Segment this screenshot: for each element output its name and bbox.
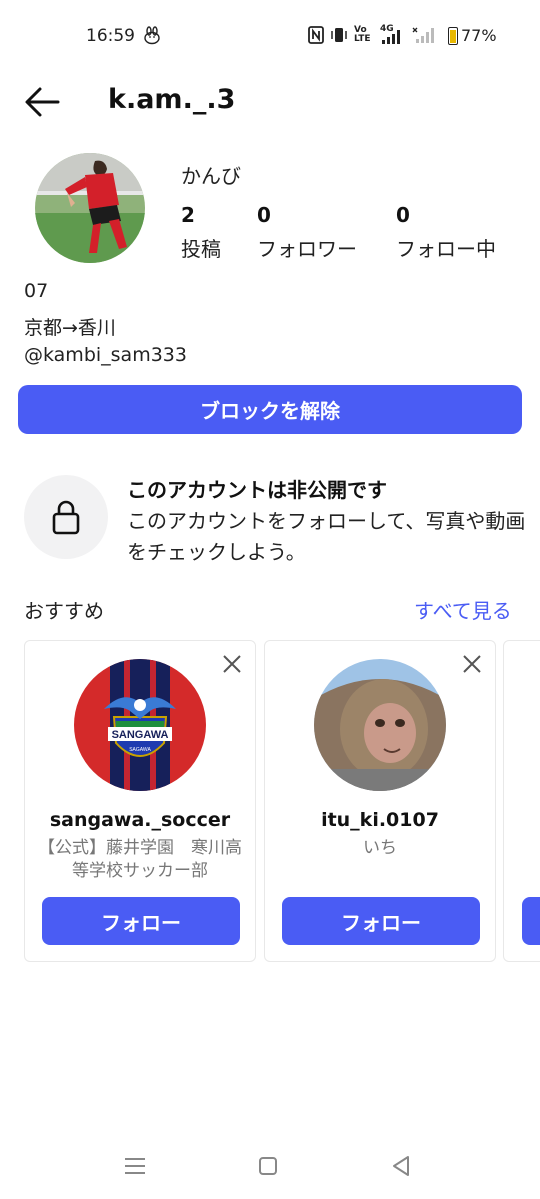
vibrate-icon	[331, 28, 347, 42]
back-nav-icon[interactable]	[388, 1152, 416, 1180]
recent-apps-icon[interactable]	[121, 1152, 149, 1180]
suggestion-username[interactable]: itu_ki.0107	[265, 809, 495, 831]
unblock-button[interactable]: ブロックを解除	[18, 385, 522, 434]
battery-percent: 77%	[461, 26, 497, 45]
bio-line: 京都→香川	[24, 317, 116, 339]
suggestion-card: itu_ki.0107 いち フォロー	[264, 640, 496, 962]
logo-subtext: SAGAWA	[129, 747, 151, 753]
notification-app-icon	[144, 26, 160, 45]
close-icon[interactable]	[461, 653, 483, 675]
posts-count: 2	[181, 203, 195, 227]
suggestion-card-partial	[503, 640, 540, 962]
follow-button[interactable]: フォロー	[42, 897, 240, 945]
battery-icon	[448, 26, 458, 45]
profile-username: k.am._.3	[108, 84, 236, 115]
profile-avatar[interactable]	[35, 153, 145, 263]
suggestion-username[interactable]: sangawa._soccer	[25, 809, 255, 831]
suggestion-description: いち	[363, 838, 397, 858]
back-arrow-icon[interactable]	[22, 84, 62, 120]
bio-mention-link[interactable]: @kambi_sam333	[24, 344, 187, 366]
bio-line: 07	[24, 280, 49, 302]
follow-button-partial[interactable]	[522, 897, 540, 945]
private-title: このアカウントは非公開です	[127, 478, 387, 502]
suggestion-avatar[interactable]	[314, 659, 446, 791]
4g-signal-icon: 4G	[380, 24, 406, 44]
nfc-icon	[308, 26, 324, 44]
posts-label: 投稿	[181, 237, 221, 261]
volte-icon: Vo LTE	[354, 25, 371, 44]
logo-text: SANGAWA	[112, 729, 169, 741]
suggestions-heading: おすすめ	[24, 599, 104, 623]
close-icon[interactable]	[221, 653, 243, 675]
following-label[interactable]: フォロー中	[396, 233, 496, 262]
private-lock-badge	[24, 475, 108, 559]
display-name: かんび	[181, 164, 241, 188]
status-icons: Vo LTE 4G	[308, 24, 438, 44]
see-all-link[interactable]: すべて見る	[414, 595, 512, 624]
following-count[interactable]: 0	[396, 203, 410, 227]
signal-icon	[412, 27, 434, 43]
private-description: このアカウントをフォローして、写真や動画をチェックしよう。	[127, 509, 526, 564]
status-time: 16:59	[86, 26, 135, 46]
lock-icon	[52, 500, 80, 535]
suggestion-description: 【公式】藤井学園 寒川高等学校サッカー部	[38, 838, 242, 881]
followers-label[interactable]: フォロワー	[257, 233, 357, 262]
suggestion-avatar[interactable]: SANGAWA SAGAWA	[74, 659, 206, 791]
battery-indicator: 77%	[448, 26, 497, 45]
followers-count[interactable]: 0	[257, 203, 271, 227]
follow-button[interactable]: フォロー	[282, 897, 480, 945]
suggestion-card: SANGAWA SAGAWA sangawa._soccer 【公式】藤井学園 …	[24, 640, 256, 962]
home-icon[interactable]	[254, 1152, 282, 1180]
